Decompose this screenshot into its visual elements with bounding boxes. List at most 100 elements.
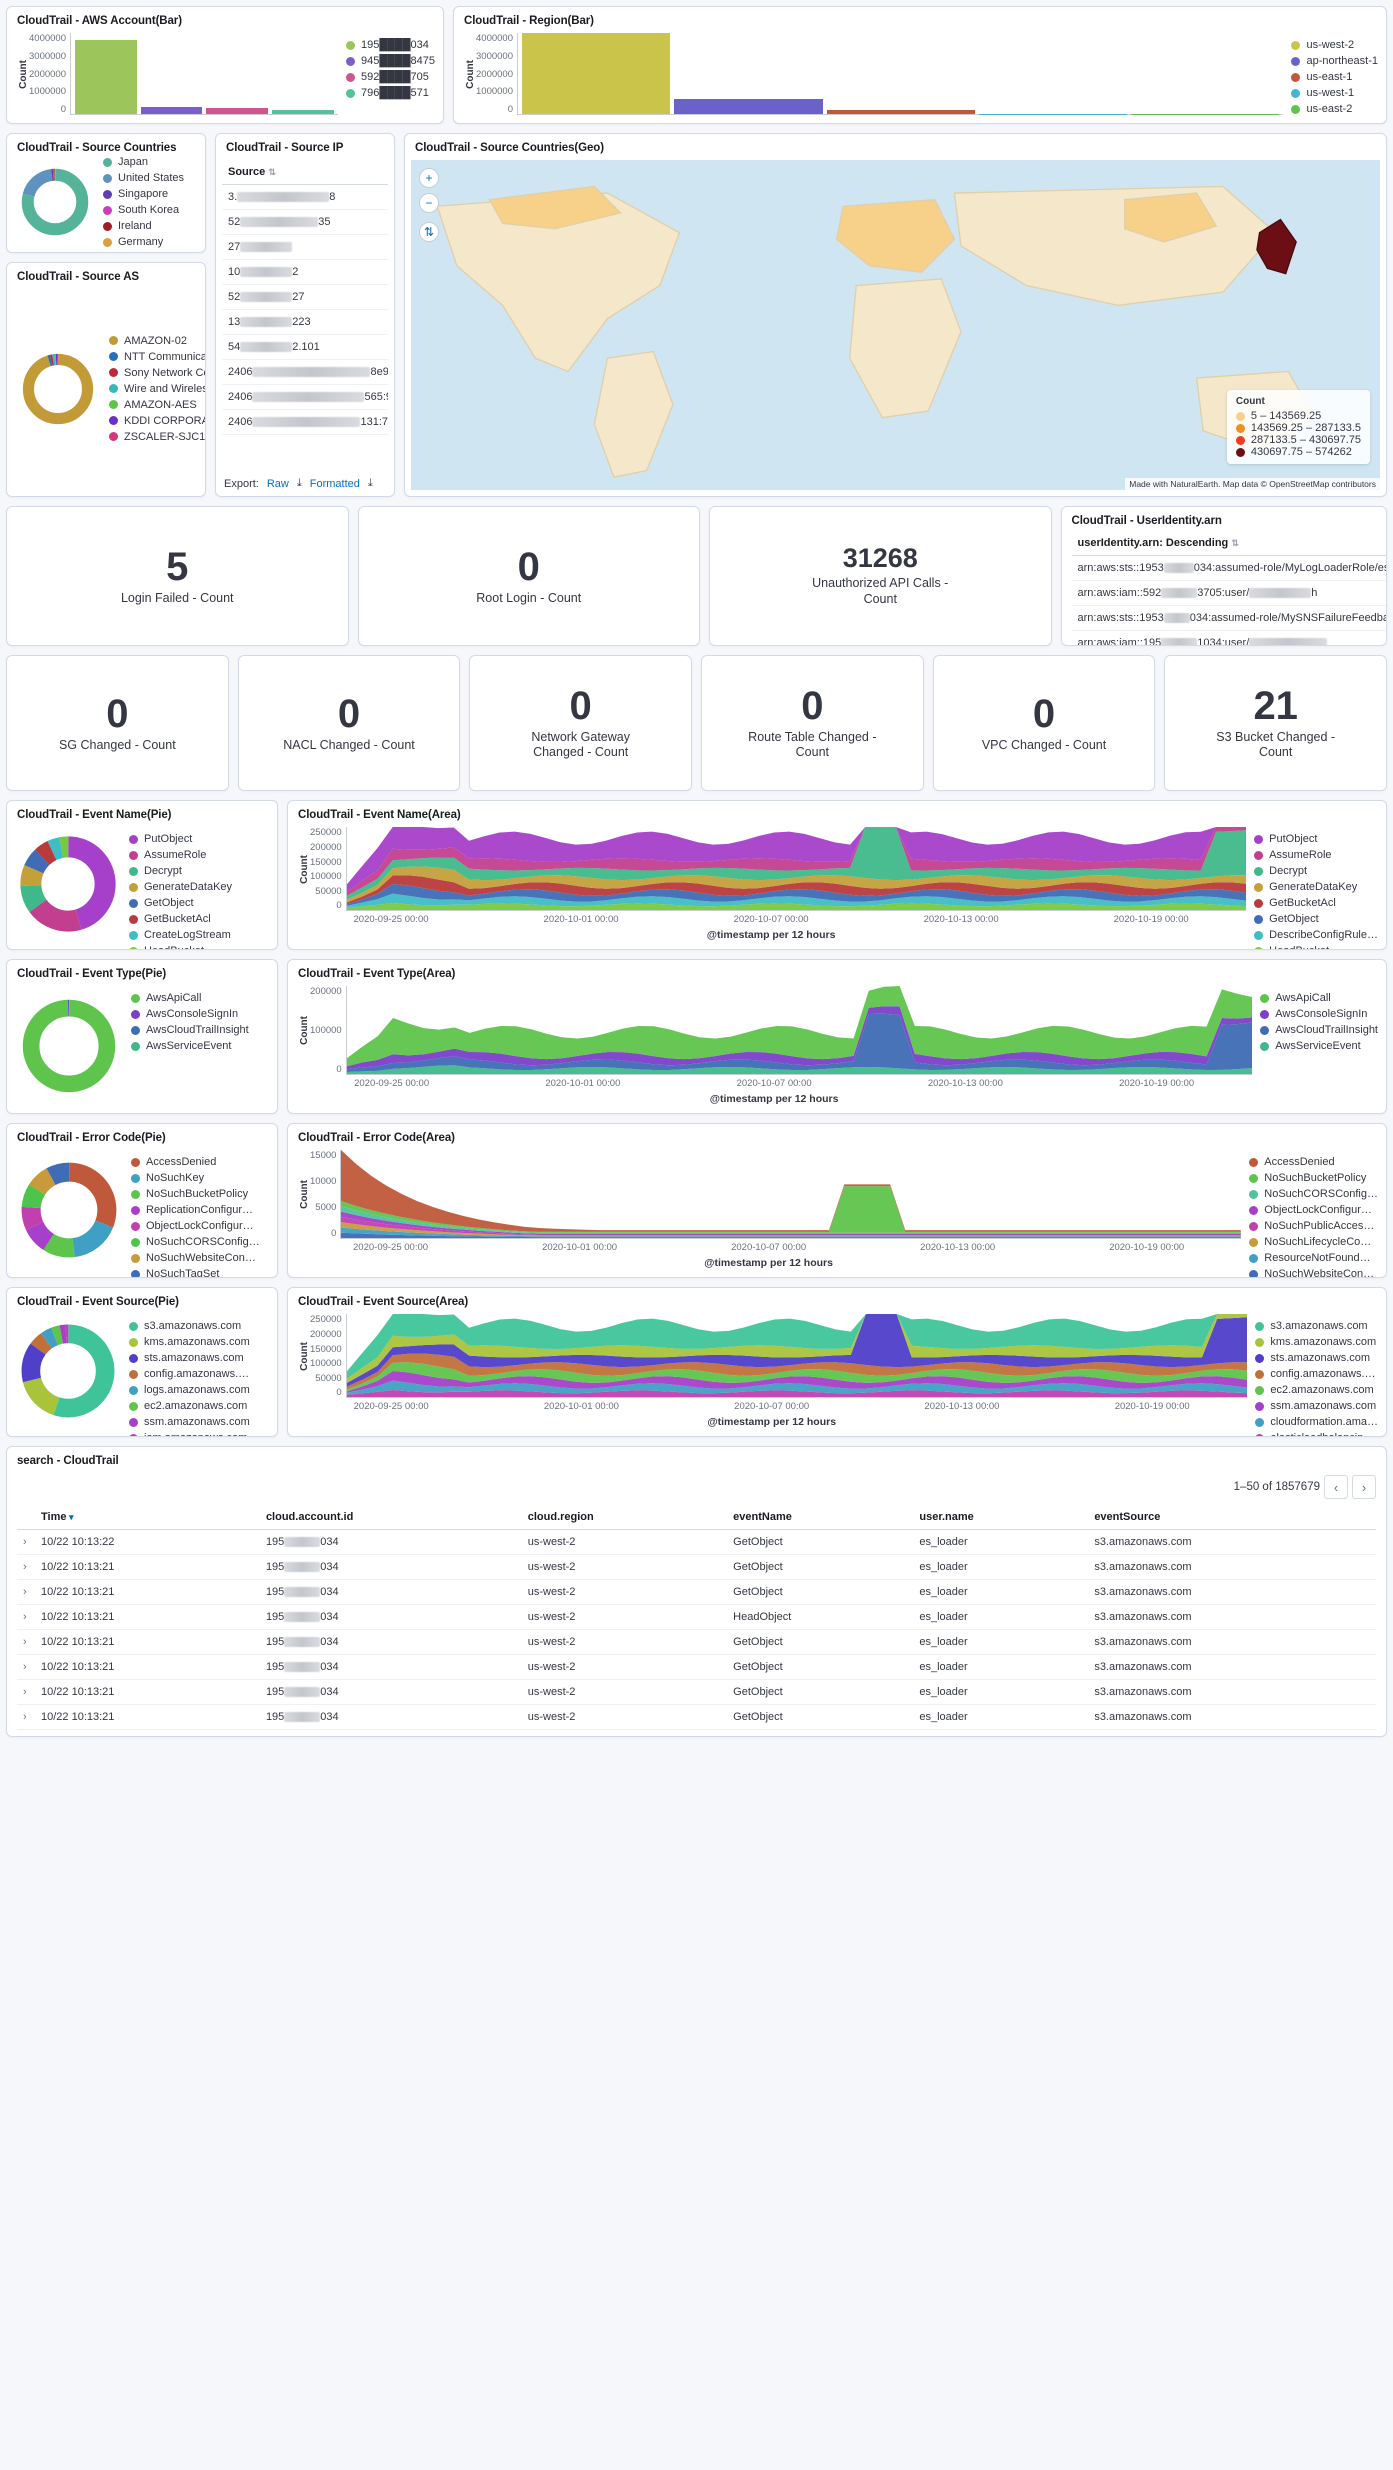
metric-nacl-changed-count[interactable]: 0 NACL Changed - Count xyxy=(237,655,461,792)
legend-region-item[interactable]: us-east-2 xyxy=(1291,103,1378,115)
legend-event-source-area-item[interactable]: cloudformation.ama… xyxy=(1255,1416,1378,1428)
col-eventName[interactable]: eventName xyxy=(727,1505,914,1531)
expand-cell[interactable]: › xyxy=(17,1579,35,1606)
legend-error-code-pie[interactable]: AccessDenied NoSuchKey NoSuchBucketPolicy R… xyxy=(123,1150,260,1278)
legend-event-source-area-item[interactable]: sts.amazonaws.com xyxy=(1255,1352,1378,1364)
legend-source-as-item[interactable]: Sony Network Com… xyxy=(109,367,205,379)
legend-source-countries[interactable]: Japan United States Singapore South Korea Ir… xyxy=(95,156,184,248)
legend-error-code-item[interactable]: NoSuchKey xyxy=(131,1172,260,1184)
legend-event-source-item[interactable]: sts.amazonaws.com xyxy=(129,1352,250,1364)
legend-event-source-area-item[interactable]: kms.amazonaws.com xyxy=(1255,1336,1378,1348)
legend-event-name-area-item[interactable]: HeadBucket xyxy=(1254,945,1378,950)
legend-event-name-area-item[interactable]: GetObject xyxy=(1254,913,1378,925)
table-row[interactable]: arn:aws:iam::5923705:user/h247641 xyxy=(1071,580,1387,607)
bar[interactable] xyxy=(272,110,334,114)
table-row[interactable]: 54 2.101 xyxy=(222,334,388,360)
legend-source-as-item[interactable]: KDDI CORPORATION xyxy=(109,415,205,427)
legend-event-name-area-item[interactable]: PutObject xyxy=(1254,833,1378,845)
donut-slice[interactable] xyxy=(22,353,94,424)
col-cloud-region[interactable]: cloud.region xyxy=(521,1505,728,1531)
legend-error-code-area-item[interactable]: NoSuchLifecycleCo… xyxy=(1249,1236,1378,1248)
col-user-name[interactable]: user.name xyxy=(913,1505,1089,1531)
expand-cell[interactable]: › xyxy=(17,1604,35,1631)
legend-error-code-area[interactable]: AccessDenied NoSuchBucketPolicy NoSuchCORS… xyxy=(1241,1150,1378,1278)
table-row[interactable]: 2406565:9f9d:d6d9 xyxy=(222,384,388,410)
legend-event-name-area[interactable]: PutObject AssumeRole Decrypt GenerateDataKe… xyxy=(1246,827,1378,950)
legend-event-source-area-item[interactable]: ec2.amazonaws.com xyxy=(1255,1384,1378,1396)
map-canvas[interactable]: + − ⇅ Count 5 – 143569.25 143569.25 – 287… xyxy=(411,160,1380,491)
legend-aws-account[interactable]: 195████034 945████8475 592████705 796████57… xyxy=(338,33,435,115)
expand-cell[interactable]: › xyxy=(17,1654,35,1681)
expand-cell[interactable]: › xyxy=(17,1554,35,1581)
export-raw-link[interactable]: Raw xyxy=(267,478,289,490)
legend-aws-account-item[interactable]: 195████034 xyxy=(346,39,435,51)
legend-event-name-item[interactable]: GenerateDataKey xyxy=(129,881,232,893)
expand-cell[interactable]: › xyxy=(17,1679,35,1706)
legend-aws-account-item[interactable]: 945████8475 xyxy=(346,55,435,67)
export-formatted-link[interactable]: Formatted xyxy=(310,478,360,490)
table-row[interactable]: › 10/22 10:13:21 195 034 us-west-2 GetObject e… xyxy=(17,1704,1376,1731)
legend-event-type-item[interactable]: AwsServiceEvent xyxy=(131,1040,249,1052)
legend-source-as-item[interactable]: AMAZON-AES xyxy=(109,399,205,411)
table-row[interactable]: 52 35 xyxy=(222,209,388,235)
table-row[interactable]: arn:aws:sts::1953 034:assumed-role/MyLogL… xyxy=(1071,555,1387,582)
legend-error-code-item[interactable]: ReplicationConfigur… xyxy=(131,1204,260,1216)
col-source[interactable]: Source ⇅ xyxy=(222,160,388,185)
bar[interactable] xyxy=(674,99,823,114)
col-eventSource[interactable]: eventSource xyxy=(1088,1505,1376,1531)
legend-region-item[interactable]: us-east-1 xyxy=(1291,71,1378,83)
legend-event-name-area-item[interactable]: GetBucketAcl xyxy=(1254,897,1378,909)
legend-source-as-item[interactable]: AMAZON-02 xyxy=(109,335,205,347)
table-row[interactable]: 52 27 xyxy=(222,284,388,310)
legend-error-code-item[interactable]: ObjectLockConfigur… xyxy=(131,1220,260,1232)
legend-event-source-area-item[interactable]: config.amazonaws.… xyxy=(1255,1368,1378,1380)
legend-region-item[interactable]: ap-northeast-1 xyxy=(1291,55,1378,67)
legend-error-code-item[interactable]: NoSuchWebsiteCon… xyxy=(131,1252,260,1264)
legend-error-code-area-item[interactable]: NoSuchCORSConfig… xyxy=(1249,1188,1378,1200)
legend-event-source-area[interactable]: s3.amazonaws.com kms.amazonaws.com sts.ama… xyxy=(1247,1314,1378,1437)
expand-row-icon[interactable]: › xyxy=(23,1536,27,1548)
legend-event-source-item[interactable]: ec2.amazonaws.com xyxy=(129,1400,250,1412)
table-row[interactable]: 13 223 xyxy=(222,309,388,335)
legend-error-code-item[interactable]: NoSuchCORSConfig… xyxy=(131,1236,260,1248)
metric-vpc-changed-count[interactable]: 0 VPC Changed - Count xyxy=(932,655,1156,792)
table-row[interactable]: 24068e9:3c5a:2805 xyxy=(222,359,388,385)
legend-event-name-item[interactable]: GetBucketAcl xyxy=(129,913,232,925)
expand-row-icon[interactable]: › xyxy=(23,1661,27,1673)
next-page-button[interactable]: › xyxy=(1352,1475,1376,1500)
metric-sg-changed-count[interactable]: 0 SG Changed - Count xyxy=(6,655,229,792)
metric-s3-bucket-changed-count[interactable]: 21 S3 Bucket Changed - Count xyxy=(1164,655,1388,792)
legend-error-code-area-item[interactable]: NoSuchWebsiteCon… xyxy=(1249,1268,1378,1278)
legend-event-name-item[interactable]: GetObject xyxy=(129,897,232,909)
legend-aws-account-item[interactable]: 796████571 xyxy=(346,87,435,99)
legend-event-name-area-item[interactable]: AssumeRole xyxy=(1254,849,1378,861)
table-row[interactable]: 3. 8 xyxy=(222,184,388,210)
legend-event-name-area-item[interactable]: GenerateDataKey xyxy=(1254,881,1378,893)
legend-event-type-item[interactable]: AwsConsoleSignIn xyxy=(131,1008,249,1020)
legend-source-countries-item[interactable]: South Korea xyxy=(103,204,184,216)
expand-row-icon[interactable]: › xyxy=(23,1586,27,1598)
legend-error-code-area-item[interactable]: NoSuchPublicAcces… xyxy=(1249,1220,1378,1232)
legend-event-type-item[interactable]: AwsCloudTrailInsight xyxy=(131,1024,249,1036)
legend-event-source-item[interactable]: kms.amazonaws.com xyxy=(129,1336,250,1348)
legend-region-item[interactable]: us-west-1 xyxy=(1291,87,1378,99)
metric-network-gateway-changed-count[interactable]: 0 Network Gateway Changed - Count xyxy=(469,655,693,792)
legend-event-name-item[interactable]: AssumeRole xyxy=(129,849,232,861)
legend-source-as[interactable]: AMAZON-02 NTT Communicatio… Sony Network C… xyxy=(101,289,205,488)
legend-event-type-area[interactable]: AwsApiCall AwsConsoleSignIn AwsCloudTrailI… xyxy=(1252,986,1378,1105)
legend-event-name-item[interactable]: Decrypt xyxy=(129,865,232,877)
donut-slice[interactable] xyxy=(22,999,116,1093)
legend-event-name-item[interactable]: HeadBucket xyxy=(129,945,232,950)
legend-event-source-item[interactable]: logs.amazonaws.com xyxy=(129,1384,250,1396)
legend-source-as-item[interactable]: NTT Communicatio… xyxy=(109,351,205,363)
legend-event-source-area-item[interactable]: s3.amazonaws.com xyxy=(1255,1320,1378,1332)
table-row[interactable]: › 10/22 10:13:21 195 034 us-west-2 GetObject e… xyxy=(17,1679,1376,1706)
legend-error-code-area-item[interactable]: AccessDenied xyxy=(1249,1156,1378,1168)
legend-event-source-item[interactable]: s3.amazonaws.com xyxy=(129,1320,250,1332)
legend-source-countries-item[interactable]: Germany xyxy=(103,236,184,248)
legend-error-code-area-item[interactable]: ResourceNotFound… xyxy=(1249,1252,1378,1264)
legend-region[interactable]: us-west-2 ap-northeast-1 us-east-1 us-west-… xyxy=(1283,33,1378,115)
expand-row-icon[interactable]: › xyxy=(23,1711,27,1723)
zoom-out-icon[interactable]: − xyxy=(419,193,439,213)
table-row[interactable]: 2406131:70f5:d4f xyxy=(222,409,388,435)
